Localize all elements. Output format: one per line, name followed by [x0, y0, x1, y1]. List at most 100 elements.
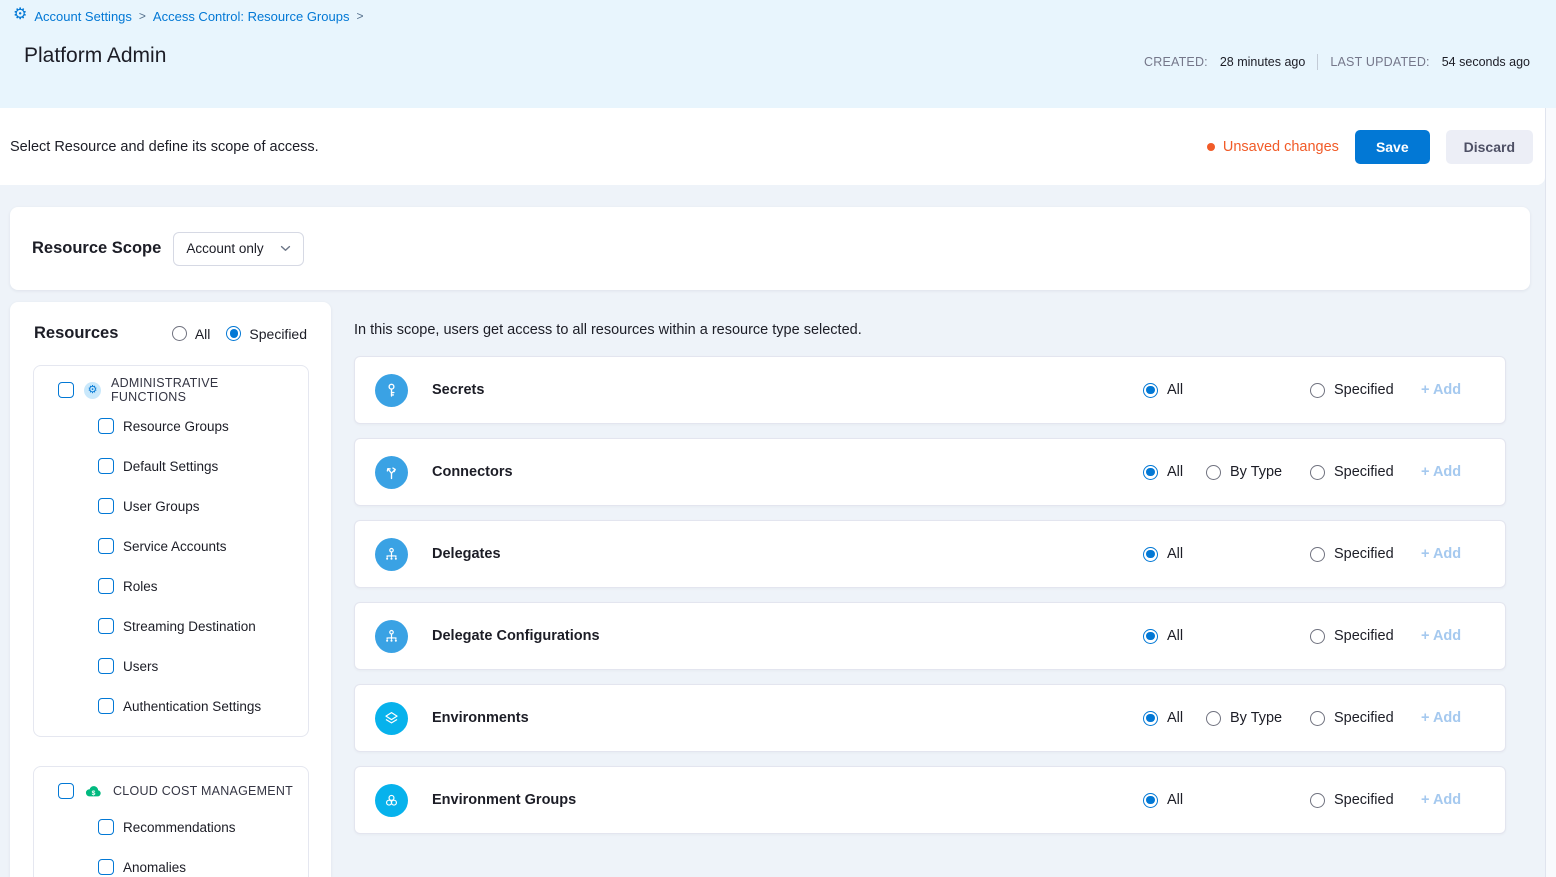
add-button[interactable]: + Add — [1421, 382, 1461, 398]
resource-scope-label: Resource Scope — [32, 239, 161, 258]
environment-group-icon — [375, 784, 408, 817]
radio-label-specified: Specified — [1334, 710, 1394, 726]
resources-mode-all[interactable]: All — [172, 326, 211, 342]
add-button[interactable]: + Add — [1421, 464, 1461, 480]
resource-label: Connectors — [432, 464, 513, 480]
discard-button[interactable]: Discard — [1446, 130, 1533, 164]
resource-tree-item-user-groups: User Groups — [34, 486, 308, 526]
item-label: Roles — [123, 579, 158, 594]
cloud-dollar-icon: $ — [84, 782, 103, 801]
add-button[interactable]: + Add — [1421, 710, 1461, 726]
unsaved-changes-indicator: Unsaved changes — [1207, 139, 1339, 155]
radio-specified[interactable] — [1310, 547, 1325, 562]
radio-specified[interactable] — [1310, 711, 1325, 726]
radio-specified[interactable] — [1310, 629, 1325, 644]
add-button[interactable]: + Add — [1421, 792, 1461, 808]
delegate-icon — [375, 538, 408, 571]
item-checkbox[interactable] — [98, 498, 114, 514]
item-checkbox[interactable] — [98, 458, 114, 474]
created-value: 28 minutes ago — [1220, 55, 1305, 69]
key-icon — [375, 374, 408, 407]
radio-label-by-type: By Type — [1230, 710, 1282, 726]
radio-label-all: All — [1167, 464, 1183, 480]
add-button[interactable]: + Add — [1421, 628, 1461, 644]
radio-label-specified: Specified — [1334, 792, 1394, 808]
item-label: Authentication Settings — [123, 699, 261, 714]
group-checkbox[interactable] — [58, 382, 74, 398]
item-label: Streaming Destination — [123, 619, 256, 634]
item-checkbox[interactable] — [98, 859, 114, 875]
item-label: User Groups — [123, 499, 200, 514]
item-label: Service Accounts — [123, 539, 227, 554]
radio-label-all: All — [1167, 546, 1183, 562]
mode-label: All — [195, 326, 211, 342]
scope-description: In this scope, users get access to all r… — [354, 322, 862, 338]
radio-specified[interactable] — [1310, 793, 1325, 808]
radio-label-specified: Specified — [1334, 464, 1394, 480]
resource-row-secrets: Secrets All Specified + Add — [354, 356, 1506, 424]
resource-scope-select[interactable]: Account only — [173, 232, 304, 266]
resource-row-delegates: Delegates All Specified + Add — [354, 520, 1506, 588]
radio-specified[interactable] — [1310, 465, 1325, 480]
unsaved-dot-icon — [1207, 143, 1215, 151]
group-label: CLOUD COST MANAGEMENT — [113, 784, 293, 798]
radio-all[interactable] — [1143, 629, 1158, 644]
resources-title: Resources — [34, 324, 156, 343]
breadcrumb-separator: > — [356, 9, 363, 23]
breadcrumb-account-settings[interactable]: Account Settings — [34, 9, 132, 24]
breadcrumb-access-control[interactable]: Access Control: Resource Groups — [153, 9, 350, 24]
radio-all[interactable] — [1143, 793, 1158, 808]
item-checkbox[interactable] — [98, 698, 114, 714]
page-header: ⚙ Account Settings > Access Control: Res… — [0, 0, 1556, 108]
resource-row-delegate-configurations: Delegate Configurations All Specified + … — [354, 602, 1506, 670]
resources-mode-specified[interactable]: Specified — [226, 326, 307, 342]
resource-label: Delegate Configurations — [432, 628, 600, 644]
resource-tree-item-roles: Roles — [34, 566, 308, 606]
connector-icon — [375, 456, 408, 489]
unsaved-changes-label: Unsaved changes — [1223, 139, 1339, 155]
resource-tree-item-service-accounts: Service Accounts — [34, 526, 308, 566]
add-button[interactable]: + Add — [1421, 546, 1461, 562]
resources-sidebar: Resources All Specified ⚙ ADMINISTRATIVE … — [10, 302, 331, 877]
group-checkbox[interactable] — [58, 783, 74, 799]
resource-label: Environments — [432, 710, 529, 726]
item-label: Recommendations — [123, 820, 236, 835]
resource-rows: Secrets All Specified + Add Connectors A… — [354, 356, 1506, 834]
item-label: Default Settings — [123, 459, 218, 474]
item-checkbox[interactable] — [98, 618, 114, 634]
resource-row-environment-groups: Environment Groups All Specified + Add — [354, 766, 1506, 834]
radio-by-type[interactable] — [1206, 711, 1221, 726]
resource-row-connectors: Connectors All By Type Specified + Add — [354, 438, 1506, 506]
mode-label: Specified — [249, 326, 307, 342]
radio-all[interactable] — [1143, 711, 1158, 726]
radio-label-specified: Specified — [1334, 546, 1394, 562]
environment-icon — [375, 702, 408, 735]
radio-specified[interactable] — [226, 326, 241, 341]
resource-group-header: ⚙ ADMINISTRATIVE FUNCTIONS — [34, 366, 308, 400]
svg-text:$: $ — [92, 789, 96, 796]
radio-all[interactable] — [172, 326, 187, 341]
item-label: Resource Groups — [123, 419, 229, 434]
item-checkbox[interactable] — [98, 658, 114, 674]
radio-all[interactable] — [1143, 465, 1158, 480]
save-button[interactable]: Save — [1355, 130, 1430, 164]
delegate-icon — [375, 620, 408, 653]
breadcrumb-separator: > — [139, 9, 146, 23]
gear-badge-icon: ⚙ — [84, 382, 101, 399]
resource-tree-item-anomalies: Anomalies — [34, 847, 308, 877]
radio-all[interactable] — [1143, 547, 1158, 562]
item-checkbox[interactable] — [98, 578, 114, 594]
last-updated-value: 54 seconds ago — [1442, 55, 1530, 69]
item-checkbox[interactable] — [98, 538, 114, 554]
radio-label-all: All — [1167, 792, 1183, 808]
radio-by-type[interactable] — [1206, 465, 1221, 480]
item-checkbox[interactable] — [98, 819, 114, 835]
group-label: ADMINISTRATIVE FUNCTIONS — [111, 376, 296, 404]
item-checkbox[interactable] — [98, 418, 114, 434]
page-title: Platform Admin — [24, 44, 166, 68]
settings-gear-icon: ⚙ — [13, 7, 27, 23]
radio-specified[interactable] — [1310, 383, 1325, 398]
radio-all[interactable] — [1143, 383, 1158, 398]
resource-scope-card: Resource Scope Account only — [10, 207, 1530, 290]
radio-label-specified: Specified — [1334, 628, 1394, 644]
